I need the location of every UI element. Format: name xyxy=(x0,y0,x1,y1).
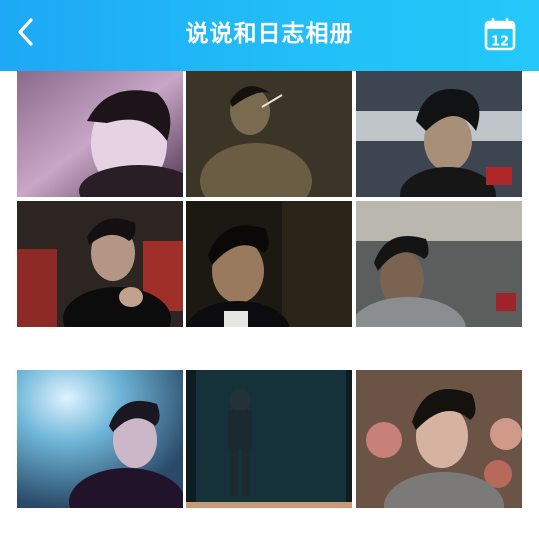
photo-6[interactable] xyxy=(356,201,522,327)
calendar-icon: 12 xyxy=(484,17,516,51)
photo-7[interactable] xyxy=(17,370,183,508)
photo-4[interactable] xyxy=(17,201,183,327)
photo-8[interactable] xyxy=(186,370,352,508)
photo-2[interactable] xyxy=(186,71,352,197)
photo-9[interactable] xyxy=(356,370,522,508)
page-title: 说说和日志相册 xyxy=(185,21,354,47)
photo-grid xyxy=(17,71,522,539)
photo-3[interactable] xyxy=(356,71,522,197)
calendar-button[interactable]: 12 xyxy=(482,17,518,53)
top-bar: 说说和日志相册 12 xyxy=(0,0,539,71)
photo-5[interactable] xyxy=(186,201,352,327)
calendar-day: 12 xyxy=(491,35,509,50)
photo-1[interactable] xyxy=(17,71,183,197)
